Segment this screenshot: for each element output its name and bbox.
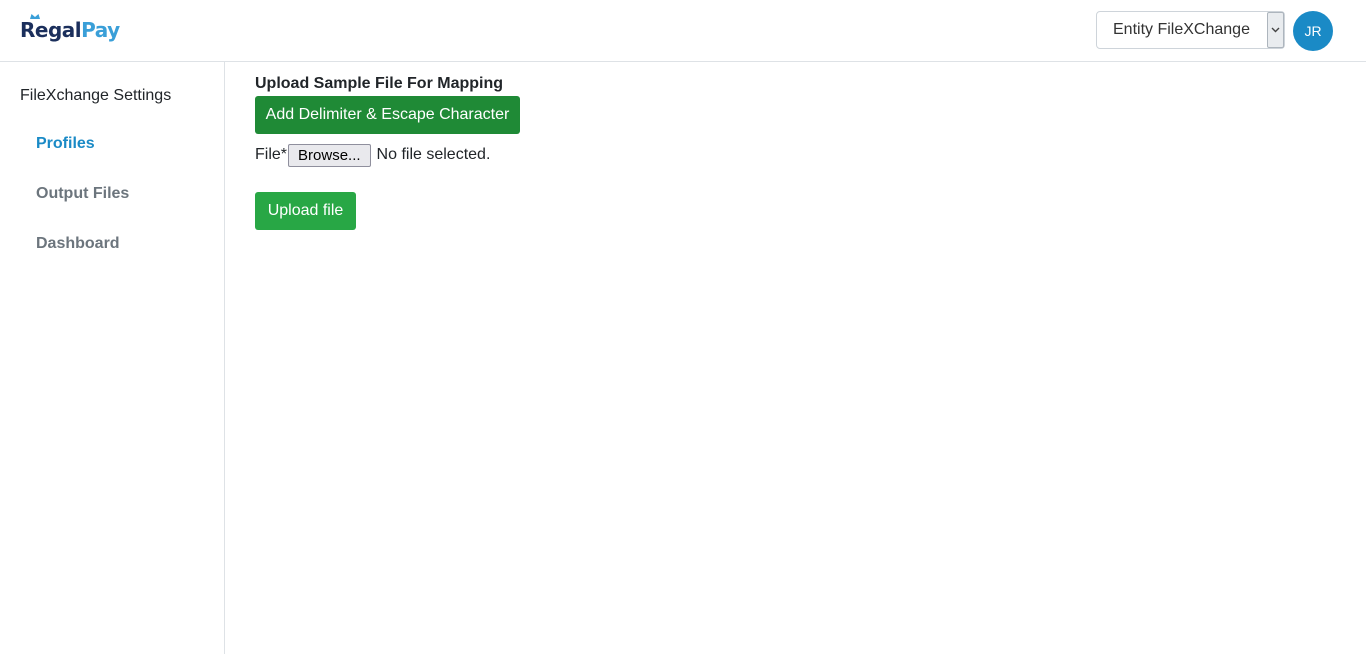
- logo-text-regal: Regal: [20, 18, 82, 42]
- file-input-row: File* Browse... No file selected.: [255, 143, 490, 167]
- sidebar-title: FileXchange Settings: [20, 87, 172, 104]
- file-status: No file selected.: [376, 146, 491, 163]
- upload-file-button[interactable]: Upload file: [255, 192, 356, 230]
- entity-select-value: Entity FileXChange: [1113, 21, 1250, 38]
- page-title: Upload Sample File For Mapping: [255, 75, 504, 92]
- file-label: File*: [255, 146, 288, 163]
- regalpay-logo[interactable]: RegalPay: [20, 14, 120, 43]
- browse-button[interactable]: Browse...: [288, 143, 371, 167]
- logo-text-pay: Pay: [81, 18, 120, 42]
- chevron-down-icon[interactable]: [1267, 12, 1284, 48]
- sidebar-item-dashboard[interactable]: Dashboard: [36, 235, 120, 253]
- entity-select[interactable]: Entity FileXChange: [1096, 11, 1285, 49]
- sidebar-item-output-files[interactable]: Output Files: [36, 185, 129, 203]
- crown-icon: [30, 14, 40, 19]
- add-delimiter-button[interactable]: Add Delimiter & Escape Character: [255, 96, 520, 134]
- top-header: RegalPay Entity FileXChange JR: [0, 0, 1366, 62]
- sidebar-item-profiles[interactable]: Profiles: [36, 135, 95, 153]
- sidebar: FileXchange Settings Profiles Output Fil…: [0, 62, 225, 654]
- user-avatar[interactable]: JR: [1293, 11, 1333, 51]
